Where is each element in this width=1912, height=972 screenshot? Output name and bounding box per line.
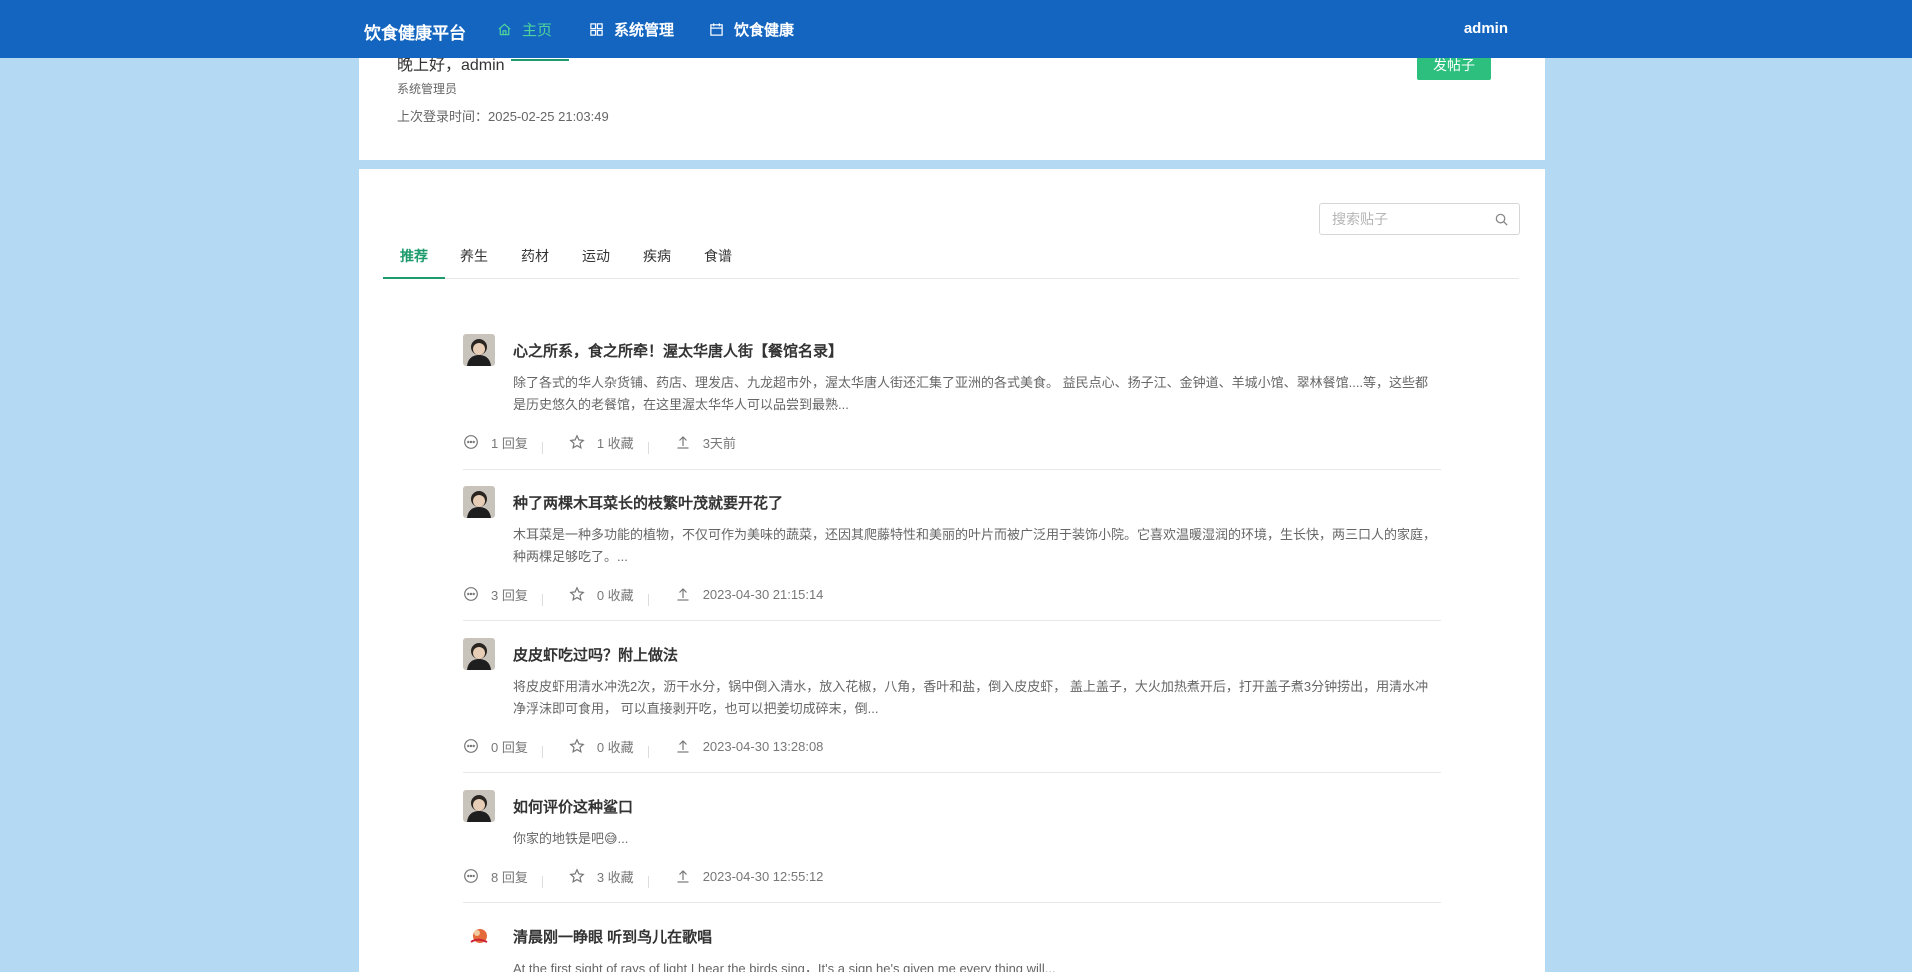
post-item[interactable]: 皮皮虾吃过吗？附上做法 将皮皮虾用清水冲洗2次，沥干水分，锅中倒入清水，放入花椒…	[463, 638, 1441, 773]
tab-recommend[interactable]: 推荐	[383, 233, 445, 279]
upload-icon	[677, 870, 689, 883]
nav-item-label: 主页	[522, 21, 553, 39]
tab-exercise[interactable]: 运动	[565, 233, 627, 279]
divider	[647, 594, 649, 606]
post-meta: 1 回复 1 收藏 3天前	[463, 433, 736, 454]
post-excerpt: 你家的地铁是吧😅...	[513, 831, 629, 846]
tab-recipes[interactable]: 食谱	[687, 233, 749, 279]
last-login-time: 上次登录时间：2025-02-25 21:03:49	[397, 109, 609, 124]
divider	[647, 876, 649, 888]
upload-icon	[677, 588, 689, 601]
star-icon	[569, 586, 585, 601]
favorite-count[interactable]: 0 收藏	[569, 737, 634, 756]
favorite-count-text: 0 收藏	[596, 739, 634, 755]
post-item[interactable]: 种了两棵木耳菜长的枝繁叶茂就要开花了 木耳菜是一种多功能的植物，不仅可作为美味的…	[463, 486, 1441, 621]
post-time-text: 2023-04-30 21:15:14	[702, 586, 824, 602]
nav-item-label: 饮食健康	[734, 21, 795, 39]
post-meta: 3 回复 0 收藏 2023-04-30 21:15:14	[463, 585, 824, 606]
favorite-count[interactable]: 1 收藏	[569, 433, 634, 452]
post-title[interactable]: 种了两棵木耳菜长的枝繁叶茂就要开花了	[513, 492, 783, 513]
favorite-count-text: 1 收藏	[596, 435, 634, 451]
top-navbar: 饮食健康平台 主页 系统管理 饮食健康 admin	[0, 0, 1912, 58]
divider	[541, 594, 543, 606]
nav-item-label: 系统管理	[614, 21, 675, 39]
reply-count-text: 8 回复	[491, 869, 528, 885]
divider	[541, 876, 543, 888]
avatar[interactable]	[463, 638, 495, 670]
nav-item-system-admin[interactable]: 系统管理	[589, 19, 674, 39]
post-time-text: 3天前	[702, 435, 736, 451]
comment-icon	[464, 587, 478, 601]
grid-icon	[590, 22, 603, 36]
search-input[interactable]	[1320, 204, 1488, 234]
tab-wellness[interactable]: 养生	[443, 233, 505, 279]
post-time-text: 2023-04-30 12:55:12	[702, 868, 824, 884]
divider	[647, 746, 649, 758]
post-time: 2023-04-30 12:55:12	[675, 868, 824, 884]
reply-count[interactable]: 3 回复	[463, 585, 528, 604]
divider	[647, 442, 649, 454]
reply-count[interactable]: 0 回复	[463, 737, 528, 756]
post-time: 2023-04-30 13:28:08	[675, 738, 824, 754]
comment-icon	[464, 739, 478, 753]
reply-count[interactable]: 1 回复	[463, 433, 528, 452]
divider	[541, 442, 543, 454]
nav-item-diet-health[interactable]: 饮食健康	[709, 19, 794, 39]
favorite-count-text: 0 收藏	[596, 587, 634, 603]
star-icon	[569, 738, 585, 753]
comment-icon	[464, 869, 478, 883]
avatar[interactable]	[463, 486, 495, 518]
divider	[541, 746, 543, 758]
post-meta: 8 回复 3 收藏 2023-04-30 12:55:12	[463, 867, 824, 888]
reply-count[interactable]: 8 回复	[463, 867, 528, 886]
favorite-count[interactable]: 0 收藏	[569, 585, 634, 604]
avatar[interactable]	[463, 790, 495, 822]
post-title[interactable]: 心之所系，食之所牵！渥太华唐人街【餐馆名录】	[513, 340, 843, 361]
avatar[interactable]	[463, 920, 495, 952]
comment-icon	[464, 435, 478, 449]
avatar[interactable]	[463, 334, 495, 366]
nav-item-home[interactable]: 主页	[497, 19, 552, 39]
post-time: 3天前	[675, 433, 736, 452]
user-role: 系统管理员	[397, 82, 458, 96]
reply-count-text: 1 回复	[491, 435, 528, 451]
post-item[interactable]: 心之所系，食之所牵！渥太华唐人街【餐馆名录】 除了各式的华人杂货铺、药店、理发店…	[463, 334, 1441, 470]
site-brand[interactable]: 饮食健康平台	[364, 19, 466, 44]
home-icon	[498, 23, 511, 35]
tab-herbs[interactable]: 药材	[504, 233, 566, 279]
user-menu[interactable]: admin	[1464, 20, 1508, 37]
post-excerpt: 除了各式的华人杂货铺、药店、理发店、九龙超市外，渥太华唐人街还汇集了亚洲的各式美…	[513, 375, 1429, 412]
post-title[interactable]: 如何评价这种鲨口	[513, 796, 633, 817]
post-time: 2023-04-30 21:15:14	[675, 586, 824, 602]
upload-icon	[677, 436, 689, 449]
tab-disease[interactable]: 疾病	[626, 233, 688, 279]
upload-icon	[677, 740, 689, 753]
star-icon	[569, 868, 585, 883]
post-time-text: 2023-04-30 13:28:08	[702, 738, 824, 754]
post-meta: 0 回复 0 收藏 2023-04-30 13:28:08	[463, 737, 824, 758]
category-tabs: 推荐 养生 药材 运动 疾病 食谱	[383, 233, 1519, 279]
post-excerpt: 将皮皮虾用清水冲洗2次，沥干水分，锅中倒入清水，放入花椒，八角，香叶和盐，倒入皮…	[513, 679, 1429, 716]
reply-count-text: 3 回复	[491, 587, 528, 603]
post-excerpt: 木耳菜是一种多功能的植物，不仅可作为美味的蔬菜，还因其爬藤特性和美丽的叶片而被广…	[513, 527, 1437, 564]
greeting-underline	[511, 59, 569, 61]
post-excerpt: At the first sight of rays of light I he…	[513, 961, 1056, 972]
search-icon[interactable]	[1494, 212, 1509, 227]
post-title[interactable]: 皮皮虾吃过吗？附上做法	[513, 644, 678, 665]
post-title[interactable]: 清晨刚一睁眼 听到鸟儿在歌唱	[513, 926, 712, 947]
posts-panel: 推荐 养生 药材 运动 疾病 食谱 心之所系，食之所牵！渥太华唐人街【餐馆名录】…	[359, 169, 1545, 972]
calendar-icon	[710, 22, 723, 36]
star-icon	[569, 434, 585, 449]
favorite-count[interactable]: 3 收藏	[569, 867, 634, 886]
reply-count-text: 0 回复	[491, 739, 528, 755]
post-item[interactable]: 清晨刚一睁眼 听到鸟儿在歌唱 At the first sight of ray…	[463, 920, 1441, 972]
post-item[interactable]: 如何评价这种鲨口 你家的地铁是吧😅... 8 回复 3 收藏 2023-04-3…	[463, 790, 1441, 903]
search-box	[1319, 203, 1520, 235]
favorite-count-text: 3 收藏	[596, 869, 634, 885]
